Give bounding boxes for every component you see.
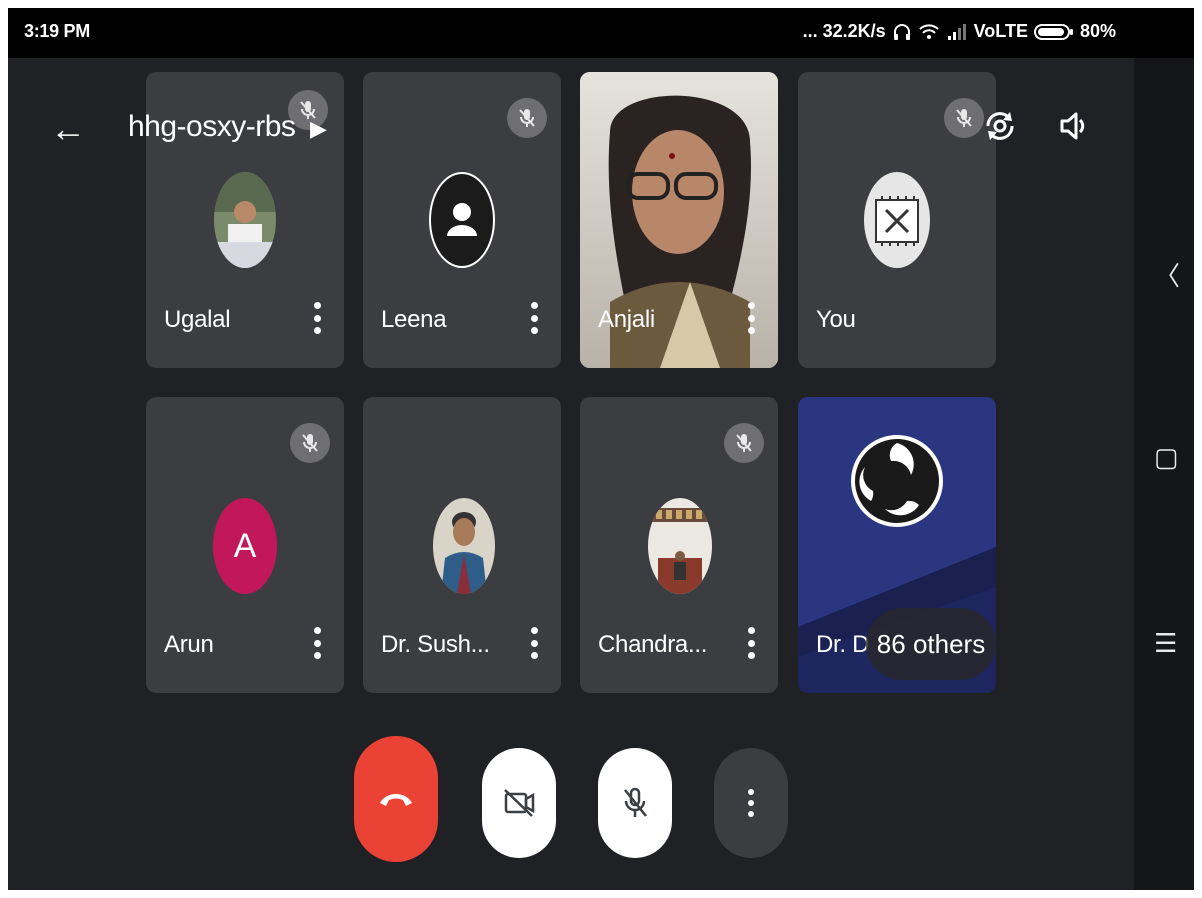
participant-name: Dr. Sush... xyxy=(381,631,490,658)
phone-screen: 3:19 PM ... 32.2K/s VoLTE 80% Ugalal Lee… xyxy=(8,8,1194,890)
camera-off-icon xyxy=(504,789,535,817)
more-options-icon[interactable] xyxy=(531,302,539,334)
participant-tile-leena[interactable]: Leena xyxy=(363,72,561,368)
avatar: A xyxy=(213,498,277,594)
switch-camera-icon[interactable] xyxy=(980,106,1020,146)
participant-name: Leena xyxy=(381,306,447,333)
end-call-button[interactable] xyxy=(354,736,438,862)
speaker-icon[interactable] xyxy=(1056,108,1092,144)
end-call-icon xyxy=(380,794,412,806)
mic-off-icon xyxy=(519,109,535,127)
mic-off-badge xyxy=(724,423,764,463)
participant-name: Chandra... xyxy=(598,631,708,658)
others-count: 86 others xyxy=(876,628,986,659)
participant-name: Anjali xyxy=(598,306,655,333)
wifi-icon xyxy=(918,23,939,39)
more-options-icon[interactable] xyxy=(531,627,539,659)
participant-tile-you[interactable]: You xyxy=(798,72,996,368)
more-options-icon[interactable] xyxy=(748,302,756,334)
mic-off-icon xyxy=(624,787,647,817)
default-person-icon xyxy=(431,174,493,266)
battery-percent: 80% xyxy=(1079,21,1116,41)
more-vert-icon xyxy=(748,789,754,817)
participant-name: Dr. D xyxy=(816,631,870,658)
participant-tile-arun[interactable]: A Arun xyxy=(146,397,344,693)
meeting-code[interactable]: hhg-osxy-rbs xyxy=(128,110,296,144)
call-area: Ugalal Leena Anjali You A Arun Dr. Sush.… xyxy=(8,58,1134,890)
status-bar: 3:19 PM ... 32.2K/s VoLTE 80% xyxy=(8,8,1194,58)
mic-off-icon xyxy=(956,109,972,127)
more-options-icon[interactable] xyxy=(748,627,756,659)
nav-menu-icon[interactable]: ☰ xyxy=(1154,628,1177,659)
status-time: 3:19 PM xyxy=(24,21,90,41)
mic-off-badge xyxy=(944,98,984,138)
camera-toggle-button[interactable] xyxy=(482,748,556,858)
nav-home-icon[interactable]: ▢ xyxy=(1154,442,1179,473)
mic-off-icon xyxy=(736,434,752,452)
obs-logo-icon xyxy=(851,435,943,527)
more-options-button[interactable] xyxy=(714,748,788,858)
system-nav-bar: 〈 ▢ ☰ xyxy=(1134,58,1194,890)
participant-tile-dr-sush[interactable]: Dr. Sush... xyxy=(363,397,561,693)
network-speed: ... 32.2K/s xyxy=(802,21,886,41)
participant-name: Ugalal xyxy=(164,306,231,333)
network-type: VoLTE xyxy=(973,21,1028,41)
participant-name: You xyxy=(816,306,856,333)
signal-icon xyxy=(947,23,966,40)
more-options-icon[interactable] xyxy=(314,302,322,334)
others-pill[interactable]: 86 others xyxy=(866,608,996,680)
avatar xyxy=(214,172,276,268)
avatar-initial: A xyxy=(233,526,257,565)
chevron-right-icon[interactable]: ▶ xyxy=(310,116,327,142)
avatar xyxy=(429,172,495,268)
battery-icon xyxy=(1033,23,1073,40)
participant-name: Arun xyxy=(164,631,214,658)
nav-back-icon[interactable]: 〈 xyxy=(1154,256,1180,293)
mic-toggle-button[interactable] xyxy=(598,748,672,858)
participant-tile-anjali[interactable]: Anjali xyxy=(580,72,778,368)
avatar xyxy=(864,172,930,268)
avatar xyxy=(648,498,712,594)
status-right: ... 32.2K/s VoLTE 80% xyxy=(803,21,1116,42)
back-arrow-icon[interactable]: ← xyxy=(50,108,86,150)
mic-off-icon xyxy=(302,434,318,452)
mic-off-badge xyxy=(290,423,330,463)
avatar xyxy=(433,498,495,594)
more-options-icon[interactable] xyxy=(314,627,322,659)
chip-image xyxy=(864,172,930,268)
participant-tile-chandra[interactable]: Chandra... xyxy=(580,397,778,693)
headphones-icon xyxy=(893,23,910,40)
mic-off-badge xyxy=(507,98,547,138)
